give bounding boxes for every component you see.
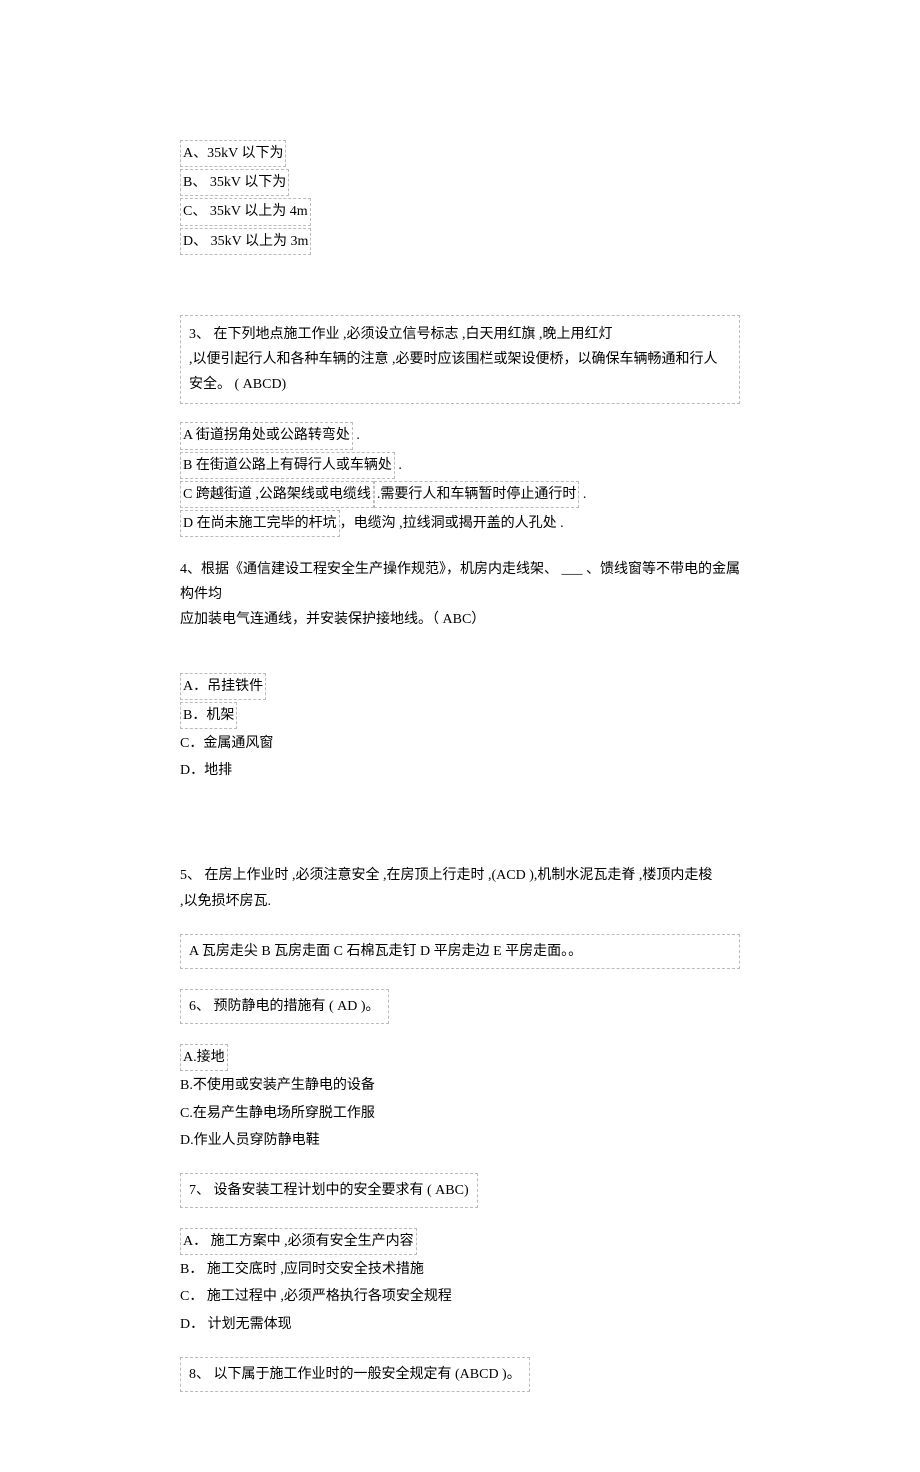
q7-option-c: C． 施工过程中 ,必须严格执行各项安全规程 xyxy=(180,1284,740,1309)
q3-option-c: C 跨越街道 ,公路架线或电缆线.需要行人和车辆暂时停止通行时 . xyxy=(180,481,740,508)
q2-options: A、35kV 以下为 B、 35kV 以下为 C、 35kV 以上为 4m D、… xyxy=(180,140,740,255)
q3-c-pre: C 跨越街道 ,公路架线或电缆线 xyxy=(180,481,374,508)
q5-stem-line1: 5、 在房上作业时 ,必须注意安全 ,在房顶上行走时 ,(ACD ),机制水泥瓦… xyxy=(180,863,740,888)
q7-option-d: D． 计划无需体现 xyxy=(180,1312,740,1337)
q4-stem-line1: 4、根据《通信建设工程安全生产操作规范》，机房内走线架、 ___ 、馈线窗等不带… xyxy=(180,557,740,607)
q4-option-b: B．机架 xyxy=(180,702,740,729)
q4-a-text: A．吊挂铁件 xyxy=(180,673,266,700)
q3-b-text: B 在街道公路上有碍行人或车辆处 xyxy=(180,452,395,479)
q3-a-text: A 街道拐角处或公路转弯处 xyxy=(180,422,353,449)
option-c: C、 35kV 以上为 4m xyxy=(180,198,740,225)
q3-a-dot: . xyxy=(353,428,360,443)
q6-option-a: A.接地 xyxy=(180,1044,740,1071)
q4-b-text: B．机架 xyxy=(180,702,237,729)
q6-stem: 6、 预防静电的措施有 ( AD )。 xyxy=(180,989,389,1024)
option-a-text: A、35kV 以下为 xyxy=(180,140,286,167)
option-a: A、35kV 以下为 xyxy=(180,140,740,167)
option-b-text: B、 35kV 以下为 xyxy=(180,169,289,196)
q4-option-d: D．地排 xyxy=(180,758,740,783)
q4-option-c: C．金属通风窗 xyxy=(180,731,740,756)
q5-options-box: A 瓦房走尖 B 瓦房走面 C 石棉瓦走钉 D 平房走边 E 平房走面。。 xyxy=(180,934,740,969)
q3-c-dot: . xyxy=(579,487,586,502)
option-d: D、 35kV 以上为 3m xyxy=(180,228,740,255)
q3-d-post: ，电缆沟 ,拉线洞或揭开盖的人孔处 . xyxy=(340,516,564,531)
q3-options: A 街道拐角处或公路转弯处 . B 在街道公路上有碍行人或车辆处 . C 跨越街… xyxy=(180,422,740,537)
option-d-text: D、 35kV 以上为 3m xyxy=(180,228,311,255)
q3-option-a: A 街道拐角处或公路转弯处 . xyxy=(180,422,740,449)
q4-options: A．吊挂铁件 B．机架 C．金属通风窗 D．地排 xyxy=(180,673,740,784)
q3-stem-line1: 3、 在下列地点施工作业 ,必须设立信号标志 ,白天用红旗 ,晚上用红灯 xyxy=(189,322,731,347)
q3-option-d: D 在尚未施工完毕的杆坑，电缆沟 ,拉线洞或揭开盖的人孔处 . xyxy=(180,510,740,537)
option-c-text: C、 35kV 以上为 4m xyxy=(180,198,311,225)
q3-stem-line2: ,以便引起行人和各种车辆的注意 ,必要时应该围栏或架设便桥，以确保车辆畅通和行人… xyxy=(189,347,731,397)
q7-stem: 7、 设备安装工程计划中的安全要求有 ( ABC) xyxy=(180,1173,478,1208)
q4-stem-line2: 应加装电气连通线，并安装保护接地线。（ ABC） xyxy=(180,607,740,632)
q3-c-post: .需要行人和车辆暂时停止通行时 xyxy=(374,481,580,508)
q6-option-c: C.在易产生静电场所穿脱工作服 xyxy=(180,1101,740,1126)
q7-a-text: A． 施工方案中 ,必须有安全生产内容 xyxy=(180,1228,417,1255)
q4-option-a: A．吊挂铁件 xyxy=(180,673,740,700)
q4-stem: 4、根据《通信建设工程安全生产操作规范》，机房内走线架、 ___ 、馈线窗等不带… xyxy=(180,557,740,633)
q3-b-dot: . xyxy=(395,458,402,473)
q7-options: A． 施工方案中 ,必须有安全生产内容 B． 施工交底时 ,应同时交安全技术措施… xyxy=(180,1228,740,1337)
option-b: B、 35kV 以下为 xyxy=(180,169,740,196)
q5-options-text: A 瓦房走尖 B 瓦房走面 C 石棉瓦走钉 D 平房走边 E 平房走面。。 xyxy=(189,944,582,959)
q6-stem-box: 6、 预防静电的措施有 ( AD )。 xyxy=(180,989,740,1024)
q6-options: A.接地 B.不使用或安装产生静电的设备 C.在易产生静电场所穿脱工作服 D.作… xyxy=(180,1044,740,1153)
q7-stem-box: 7、 设备安装工程计划中的安全要求有 ( ABC) xyxy=(180,1173,740,1208)
q6-option-b: B.不使用或安装产生静电的设备 xyxy=(180,1073,740,1098)
q6-a-text: A.接地 xyxy=(180,1044,228,1071)
q8-stem: 8、 以下属于施工作业时的一般安全规定有 (ABCD )。 xyxy=(180,1357,530,1392)
q3-stem-box: 3、 在下列地点施工作业 ,必须设立信号标志 ,白天用红旗 ,晚上用红灯 ,以便… xyxy=(180,315,740,405)
q6-option-d: D.作业人员穿防静电鞋 xyxy=(180,1128,740,1153)
q7-option-a: A． 施工方案中 ,必须有安全生产内容 xyxy=(180,1228,740,1255)
q8-stem-box: 8、 以下属于施工作业时的一般安全规定有 (ABCD )。 xyxy=(180,1357,740,1392)
q3-option-b: B 在街道公路上有碍行人或车辆处 . xyxy=(180,452,740,479)
q7-option-b: B． 施工交底时 ,应同时交安全技术措施 xyxy=(180,1257,740,1282)
q3-d-pre: D 在尚未施工完毕的杆坑 xyxy=(180,510,340,537)
q5-stem: 5、 在房上作业时 ,必须注意安全 ,在房顶上行走时 ,(ACD ),机制水泥瓦… xyxy=(180,863,740,913)
q5-stem-line2: ,以免损坏房瓦. xyxy=(180,889,740,914)
